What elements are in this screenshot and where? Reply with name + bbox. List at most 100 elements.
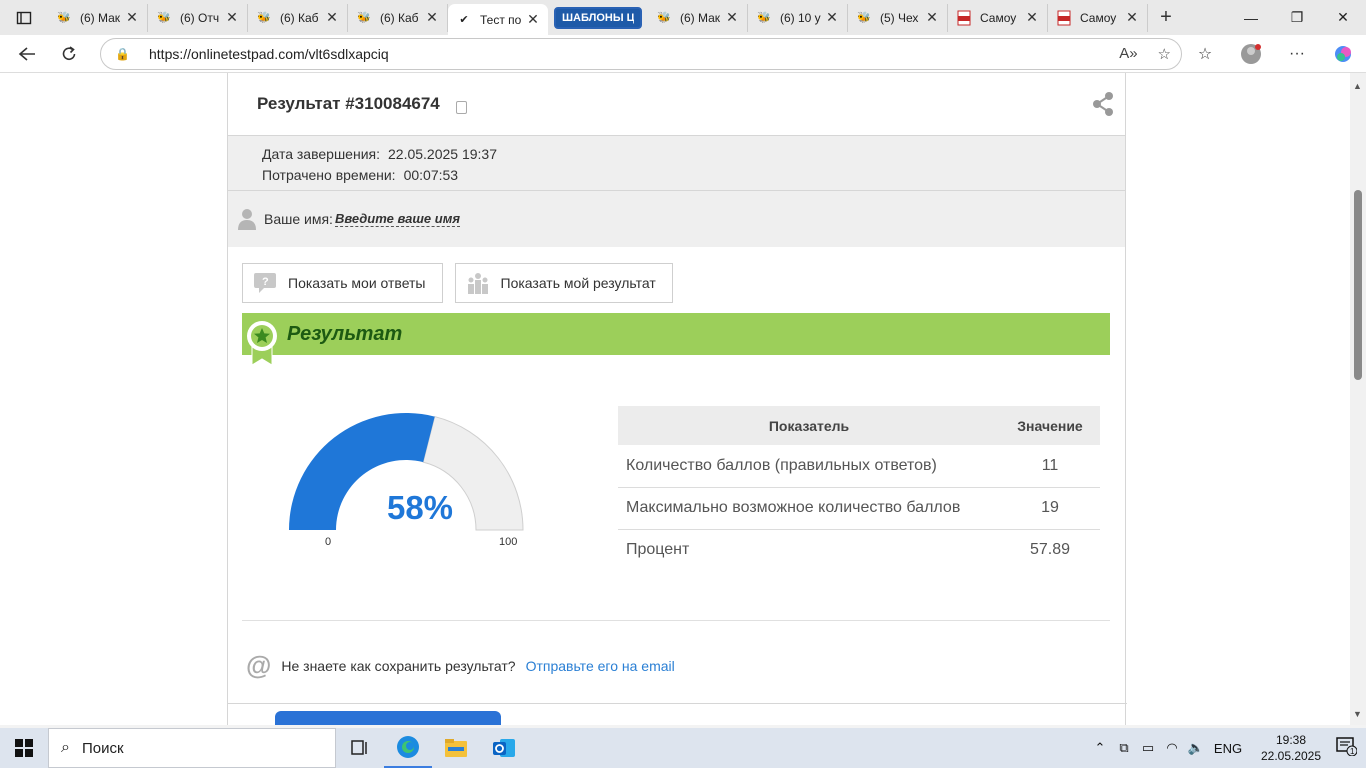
web-page: Результат #310084674 Дата завершения: 22.… bbox=[0, 73, 1350, 725]
scroll-down-icon[interactable]: ▼ bbox=[1353, 709, 1362, 719]
bee-icon: 🐝 bbox=[157, 12, 171, 24]
enter-name-link[interactable]: Введите ваше имя bbox=[334, 211, 460, 227]
copy-icon[interactable] bbox=[455, 100, 467, 114]
notification-center-icon[interactable]: 1 bbox=[1326, 736, 1366, 761]
lock-icon[interactable]: 🔒 bbox=[115, 47, 137, 61]
windows-taskbar: ⌕ Поиск ⌃ ⧉ ▭ ◠ 🔈 ENG 19:38 22.05.2025 1 bbox=[0, 728, 1366, 768]
browser-tab[interactable]: 🐝 (6) Мак ✕ bbox=[48, 3, 148, 32]
scroll-up-icon[interactable]: ▲ bbox=[1353, 81, 1362, 91]
page-scrollbar[interactable]: ▲ ▼ bbox=[1350, 73, 1366, 725]
date-value: 22.05.2025 19:37 bbox=[388, 146, 497, 162]
date-label: Дата завершения: bbox=[262, 146, 380, 162]
close-window-button[interactable]: ✕ bbox=[1320, 0, 1366, 35]
restore-button[interactable]: ❐ bbox=[1274, 0, 1320, 35]
at-sign-icon: @ bbox=[246, 650, 272, 680]
name-label: Ваше имя: bbox=[264, 211, 333, 227]
table-cell: Процент bbox=[626, 541, 690, 559]
browser-tab[interactable]: 🐝 (6) Отч ✕ bbox=[148, 3, 248, 32]
bee-icon: 🐝 bbox=[257, 12, 271, 24]
favorite-star-icon[interactable]: ☆ bbox=[1158, 45, 1171, 63]
tab-actions-button[interactable] bbox=[0, 0, 48, 35]
back-button[interactable] bbox=[6, 35, 48, 73]
pdf-icon bbox=[1056, 10, 1072, 26]
result-meta: Дата завершения: 22.05.2025 19:37 Потраче… bbox=[228, 136, 1125, 191]
browser-tab[interactable]: 🐝 (5) Чех ✕ bbox=[848, 3, 948, 32]
search-icon: ⌕ bbox=[61, 739, 70, 756]
windows-logo-icon bbox=[15, 739, 33, 757]
task-view-icon[interactable] bbox=[336, 728, 384, 768]
tab-title: Самоу bbox=[980, 10, 1017, 25]
taskbar-search[interactable]: ⌕ Поиск bbox=[48, 728, 336, 768]
table-row: Процент 57.89 bbox=[618, 529, 1100, 571]
share-icon[interactable] bbox=[1091, 91, 1115, 122]
table-cell: Максимально возможное количество баллов bbox=[618, 487, 1000, 530]
time-value: 00:07:53 bbox=[403, 167, 459, 183]
bee-icon: 🐝 bbox=[57, 12, 71, 24]
gauge-min-label: 0 bbox=[325, 536, 332, 548]
battery-icon[interactable]: ▭ bbox=[1136, 740, 1160, 756]
chevron-up-icon[interactable]: ⌃ bbox=[1088, 740, 1112, 756]
tab-title: (6) Отч bbox=[180, 10, 220, 25]
bee-icon: 🐝 bbox=[657, 12, 671, 24]
close-tab-icon[interactable]: ✕ bbox=[425, 9, 439, 26]
address-bar[interactable]: 🔒 https://onlinetestpad.com/vlt6sdlxapci… bbox=[100, 38, 1182, 70]
tab-title: (6) Каб bbox=[380, 10, 419, 25]
browser-tab[interactable]: Самоу ✕ bbox=[948, 3, 1048, 32]
close-tab-icon[interactable]: ✕ bbox=[325, 9, 339, 26]
podium-icon bbox=[466, 272, 490, 294]
primary-action-button[interactable] bbox=[275, 711, 501, 725]
scrollbar-thumb[interactable] bbox=[1354, 190, 1362, 380]
browser-tab[interactable]: 🐝 (6) 10 у ✕ bbox=[748, 3, 848, 32]
close-tab-icon[interactable]: ✕ bbox=[1125, 9, 1139, 26]
close-tab-icon[interactable]: ✕ bbox=[225, 9, 239, 26]
browser-tab[interactable]: 🐝 (6) Мак ✕ bbox=[648, 3, 748, 32]
profile-avatar[interactable] bbox=[1228, 35, 1274, 73]
tab-title: (5) Чех bbox=[880, 10, 919, 25]
edge-icon[interactable] bbox=[384, 728, 432, 768]
start-button[interactable] bbox=[0, 728, 48, 768]
table-row: Максимально возможное количество баллов … bbox=[618, 487, 1100, 530]
close-tab-icon[interactable]: ✕ bbox=[925, 9, 939, 26]
browser-tab-active[interactable]: ✔ Тест по ✕ bbox=[448, 4, 548, 35]
table-cell: Количество баллов (правильных ответов) bbox=[618, 445, 1000, 488]
clock-time: 19:38 bbox=[1275, 733, 1307, 747]
reload-button[interactable] bbox=[48, 35, 90, 73]
read-aloud-icon[interactable]: A» bbox=[1119, 45, 1137, 63]
question-bubble-icon: ? bbox=[253, 272, 277, 294]
copilot-icon[interactable] bbox=[1320, 35, 1366, 73]
email-question: Не знаете как сохранить результат? bbox=[281, 657, 516, 674]
wifi-icon[interactable]: ◠ bbox=[1160, 740, 1184, 756]
table-row: Количество баллов (правильных ответов) 1… bbox=[618, 445, 1100, 488]
result-title: Результат #310084674 bbox=[257, 94, 440, 113]
more-menu-icon[interactable]: ··· bbox=[1274, 35, 1320, 73]
email-row: @ Не знаете как сохранить результат? Отп… bbox=[246, 650, 675, 681]
close-tab-icon[interactable]: ✕ bbox=[1025, 9, 1039, 26]
tab-title: Самоу bbox=[1080, 10, 1117, 25]
volume-icon[interactable]: 🔈 bbox=[1184, 740, 1208, 756]
back-arrow-icon bbox=[18, 46, 35, 61]
minimize-button[interactable]: — bbox=[1228, 0, 1274, 35]
close-tab-icon[interactable]: ✕ bbox=[526, 11, 540, 28]
show-answers-button[interactable]: ? Показать мои ответы bbox=[242, 263, 443, 303]
reload-icon bbox=[62, 45, 76, 60]
language-indicator[interactable]: ENG bbox=[1208, 741, 1248, 756]
show-result-button[interactable]: Показать мой результат bbox=[454, 263, 673, 303]
favorites-icon[interactable]: ☆ bbox=[1182, 35, 1228, 73]
time-label: Потрачено времени: bbox=[262, 167, 396, 183]
browser-tab[interactable]: Самоу ✕ bbox=[1048, 3, 1148, 32]
browser-tab[interactable]: 🐝 (6) Каб ✕ bbox=[348, 3, 448, 32]
close-tab-icon[interactable]: ✕ bbox=[825, 9, 839, 26]
show-answers-label: Показать мои ответы bbox=[288, 275, 426, 291]
clock[interactable]: 19:38 22.05.2025 bbox=[1256, 732, 1326, 764]
outlook-icon[interactable] bbox=[480, 728, 528, 768]
file-explorer-icon[interactable] bbox=[432, 728, 480, 768]
tab-group-label[interactable]: ШАБЛОНЫ Ц bbox=[554, 6, 642, 29]
gauge-max-label: 100 bbox=[499, 536, 518, 548]
table-header: Значение bbox=[1000, 406, 1100, 445]
close-tab-icon[interactable]: ✕ bbox=[725, 9, 739, 26]
send-email-link[interactable]: Отправьте его на email bbox=[526, 658, 675, 674]
close-tab-icon[interactable]: ✕ bbox=[125, 9, 139, 26]
new-tab-button[interactable]: + bbox=[1148, 3, 1184, 33]
meet-icon[interactable]: ⧉ bbox=[1112, 740, 1136, 756]
browser-tab[interactable]: 🐝 (6) Каб ✕ bbox=[248, 3, 348, 32]
